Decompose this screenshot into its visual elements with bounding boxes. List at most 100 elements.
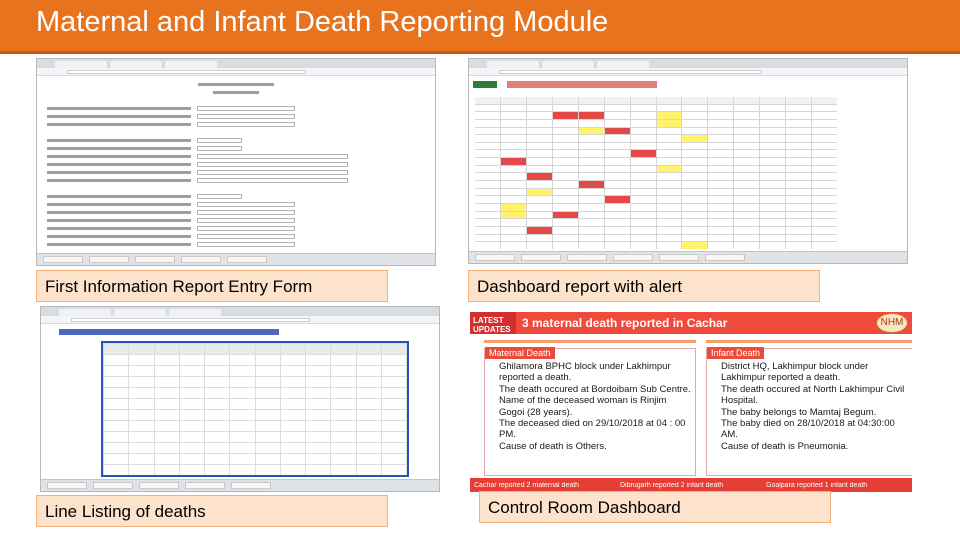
line-listing-cell [255,443,280,453]
maternal-line: The deceased died on 29/10/2018 at 04 : … [499,418,686,441]
dashboard-cell [578,204,604,211]
dashboard-cell [656,135,682,142]
dashboard-cell [786,165,812,173]
line-listing-cell [154,410,179,420]
line-listing-cell [179,454,204,464]
dashboard-cell [760,196,786,204]
line-listing-cell [356,432,381,442]
line-listing-cell [205,421,230,431]
line-listing-cell [280,432,305,442]
dashboard-cell [500,219,526,227]
dashboard-cell [734,181,760,188]
dashboard-cell [812,150,837,158]
line-listing-cell [356,465,381,475]
dashboard-cell [812,173,837,181]
line-listing-cell [306,410,331,420]
dashboard-cell [734,142,760,150]
dashboard-cell [475,135,500,142]
caption-line-listing-text: Line Listing of deaths [45,502,206,521]
dashboard-cell [630,188,656,196]
line-listing-cell [381,421,406,431]
dashboard-cell [682,242,708,249]
ticker-item: Dibrugarh reported 2 infant death [620,481,724,489]
dashboard-cell [475,142,500,150]
dashboard-cell [526,150,552,158]
dashboard-cell [682,158,708,165]
dashboard-cell [475,211,500,219]
line-listing-cell [306,388,331,398]
dashboard-cell [734,135,760,142]
line-listing-cell [129,421,154,431]
dashboard-cell [578,119,604,127]
dashboard-cell [682,119,708,127]
dashboard-cell [630,242,656,249]
dashboard-cell [708,119,734,127]
dashboard-cell [760,211,786,219]
line-listing-cell [381,355,406,365]
line-listing-cell [306,366,331,376]
dashboard-cell [578,112,604,119]
caption-control-room: Control Room Dashboard [479,491,831,523]
line-listing-cell [230,344,255,354]
dashboard-cell [604,112,630,119]
line-listing-cell [104,443,129,453]
dashboard-cell [475,219,500,227]
dashboard-cell [786,219,812,227]
dashboard-cell [656,165,682,173]
dashboard-cell [812,165,837,173]
dashboard-cell [500,150,526,158]
dashboard-cell [578,104,604,112]
dashboard-header [473,79,903,95]
dashboard-cell [500,135,526,142]
dashboard-cell [500,165,526,173]
dashboard-cell [578,227,604,234]
dashboard-cell [500,112,526,119]
dashboard-cell [604,211,630,219]
dashboard-cell [604,142,630,150]
ticker-item: Goalpara reported 1 infant death [766,481,868,489]
dashboard-cell [475,242,500,249]
dashboard-cell [734,127,760,135]
dashboard-cell [656,104,682,112]
line-listing-cell [381,399,406,409]
dashboard-cell [760,119,786,127]
dashboard-cell [500,211,526,219]
dashboard-cell [475,227,500,234]
infant-line: The death occured at North Lakhimpur Civ… [721,383,905,407]
dashboard-cell [578,181,604,188]
ticker-bar: Cachar reported 2 maternal death Dibruga… [470,478,912,492]
slide-title: Maternal and Infant Death Reporting Modu… [36,6,609,38]
line-listing-cell [129,366,154,376]
dashboard-cell [552,112,578,119]
dashboard-cell [500,127,526,135]
caption-fir-text: First Information Report Entry Form [45,277,313,296]
dashboard-cell [708,135,734,142]
dashboard-cell [760,188,786,196]
line-listing-cell [280,355,305,365]
line-listing-cell [331,355,356,365]
line-listing-cell [280,377,305,387]
line-listing-cell [104,410,129,420]
dashboard-cell [500,158,526,165]
dashboard-cell [578,142,604,150]
line-listing-cell [205,366,230,376]
dashboard-cell [604,242,630,249]
fir-form-screenshot [36,58,436,266]
line-listing-cell [104,465,129,475]
dashboard-cell [630,150,656,158]
line-listing-cell [104,421,129,431]
dashboard-cell [578,211,604,219]
show-report-button[interactable] [473,81,497,88]
dashboard-cell [526,211,552,219]
dashboard-cell [500,234,526,242]
caption-line-listing: Line Listing of deaths [36,495,388,527]
dashboard-cell [734,227,760,234]
dashboard-cell [578,242,604,249]
line-listing-cell [381,443,406,453]
dashboard-cell [475,127,500,135]
line-listing-cell [280,388,305,398]
line-listing-cell [331,410,356,420]
nhm-logo: NHM [876,313,908,333]
line-listing-cell [179,377,204,387]
dashboard-cell [604,150,630,158]
